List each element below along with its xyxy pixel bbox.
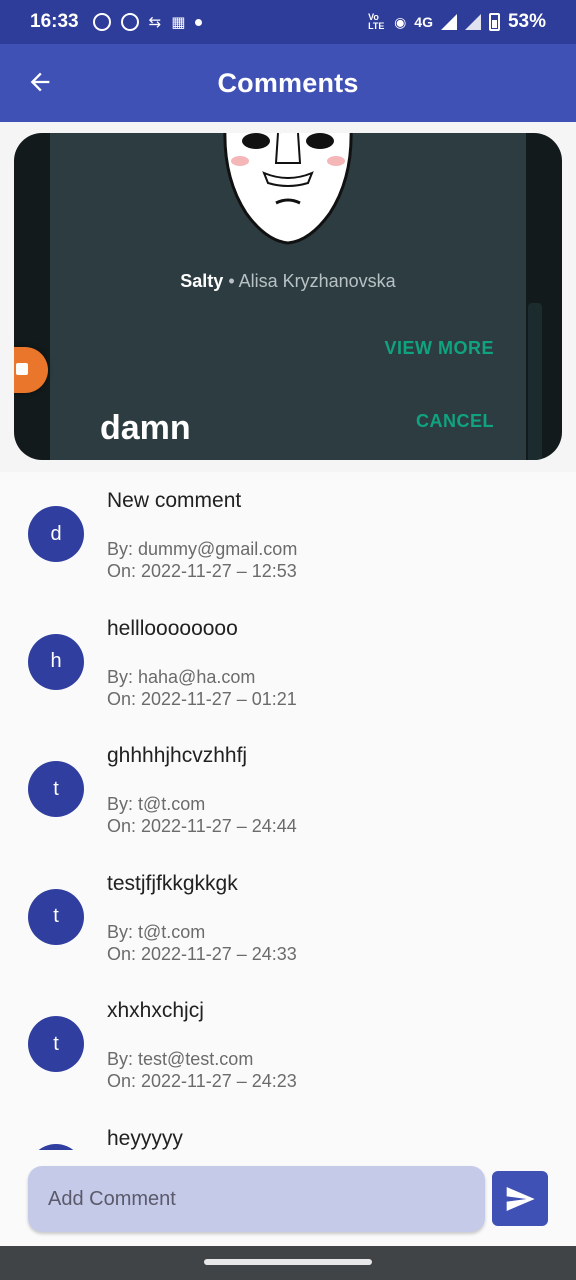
avatar: t <box>28 761 84 817</box>
app-bar: Comments <box>0 44 576 122</box>
avatar: d <box>28 506 84 562</box>
media-screenshot: Salty • Alisa Kryzhanovska VIEW MORE CAN… <box>50 133 526 460</box>
comment-author: By: t@t.com <box>107 921 206 942</box>
status-bar: 16:33 ⇆ ▦ Vo LTE ◉ 4G 53% <box>0 0 576 44</box>
comment-text: hellloooooooo <box>107 616 238 640</box>
comment-text: heyyyyy <box>107 1126 183 1150</box>
system-icons: Vo LTE ◉ 4G 53% <box>368 11 546 33</box>
send-button[interactable] <box>492 1171 548 1226</box>
avatar: t <box>28 888 84 945</box>
camera-icon <box>16 363 28 375</box>
battery-percent: 53% <box>507 11 546 32</box>
avatar: t <box>28 1016 84 1072</box>
cancel-button[interactable]: CANCEL <box>416 411 494 432</box>
sticker-name: Salty <box>180 271 224 291</box>
arrow-back-icon <box>30 72 50 92</box>
view-more-button[interactable]: VIEW MORE <box>384 338 494 359</box>
attached-media[interactable]: Salty • Alisa Kryzhanovska VIEW MORE CAN… <box>14 133 562 460</box>
notification-icons: ⇆ ▦ <box>92 13 203 31</box>
comment-text: xhxhxchjcj <box>107 999 204 1022</box>
network-type: 4G <box>414 14 433 30</box>
comment-author: By: t@t.com <box>107 794 206 814</box>
sticker-author: Alisa Kryzhanovska <box>238 271 396 291</box>
comments-list[interactable]: d New comment By: dummy@gmail.com On: 20… <box>0 472 576 1150</box>
caption-separator: • <box>223 271 239 291</box>
home-gesture-handle[interactable] <box>204 1259 372 1265</box>
back-button[interactable] <box>22 64 58 100</box>
whatsapp-icon <box>92 13 111 31</box>
media-edge <box>528 303 542 460</box>
more-notifications-icon <box>195 18 203 26</box>
comment-text: testjfjfkkgkkgk <box>107 871 238 895</box>
floating-camera-bubble[interactable] <box>14 347 48 393</box>
battery-icon <box>488 13 500 31</box>
comment-date: On: 2022-11-27 – 24:23 <box>107 1071 297 1091</box>
status-time: 16:33 <box>30 11 79 32</box>
comment-date: On: 2022-11-27 – 01:21 <box>107 688 297 709</box>
sticker-caption: Salty • Alisa Kryzhanovska <box>50 271 526 292</box>
volte-icon: Vo LTE <box>368 12 385 31</box>
hotspot-icon: ◉ <box>394 13 407 30</box>
comment-text: ghhhhjhcvzhhfj <box>107 744 248 767</box>
comment-author: By: haha@ha.com <box>107 666 256 687</box>
page-title: Comments <box>217 67 359 98</box>
comment-date: On: 2022-11-27 – 24:44 <box>107 816 297 836</box>
signal-icon <box>440 14 457 30</box>
app-notification-icon <box>120 13 139 31</box>
calendar-icon: ▦ <box>171 14 186 31</box>
comment-author: By: test@test.com <box>107 1049 254 1069</box>
comment-item: t xhxhxchjcj By: test@test.com On: 2022-… <box>0 982 576 1110</box>
signal-icon-2 <box>464 14 481 30</box>
comment-item: d New comment By: dummy@gmail.com On: 20… <box>0 472 576 600</box>
add-comment-input[interactable] <box>28 1166 485 1232</box>
avatar: h <box>28 633 84 690</box>
comment-date: On: 2022-11-27 – 12:53 <box>107 561 297 581</box>
comment-item: h hellloooooooo By: haha@ha.com On: 2022… <box>0 600 576 728</box>
comment-item: t ghhhhjhcvzhhfj By: t@t.com On: 2022-11… <box>0 727 576 855</box>
media-caption-text: damn <box>100 409 191 447</box>
sync-icon: ⇆ <box>148 14 162 31</box>
comment-text: New comment <box>107 489 242 512</box>
send-icon <box>506 1186 535 1211</box>
comment-author: By: dummy@gmail.com <box>107 539 298 559</box>
system-navigation-bar <box>0 1246 576 1280</box>
comment-item: t testjfjfkkgkkgk By: t@t.com On: 2022-1… <box>0 855 576 983</box>
comment-date: On: 2022-11-27 – 24:33 <box>107 943 297 964</box>
sticker-face-image <box>223 133 353 245</box>
comment-input-bar <box>0 1150 576 1246</box>
comment-item: heyyyyy <box>0 1110 576 1150</box>
